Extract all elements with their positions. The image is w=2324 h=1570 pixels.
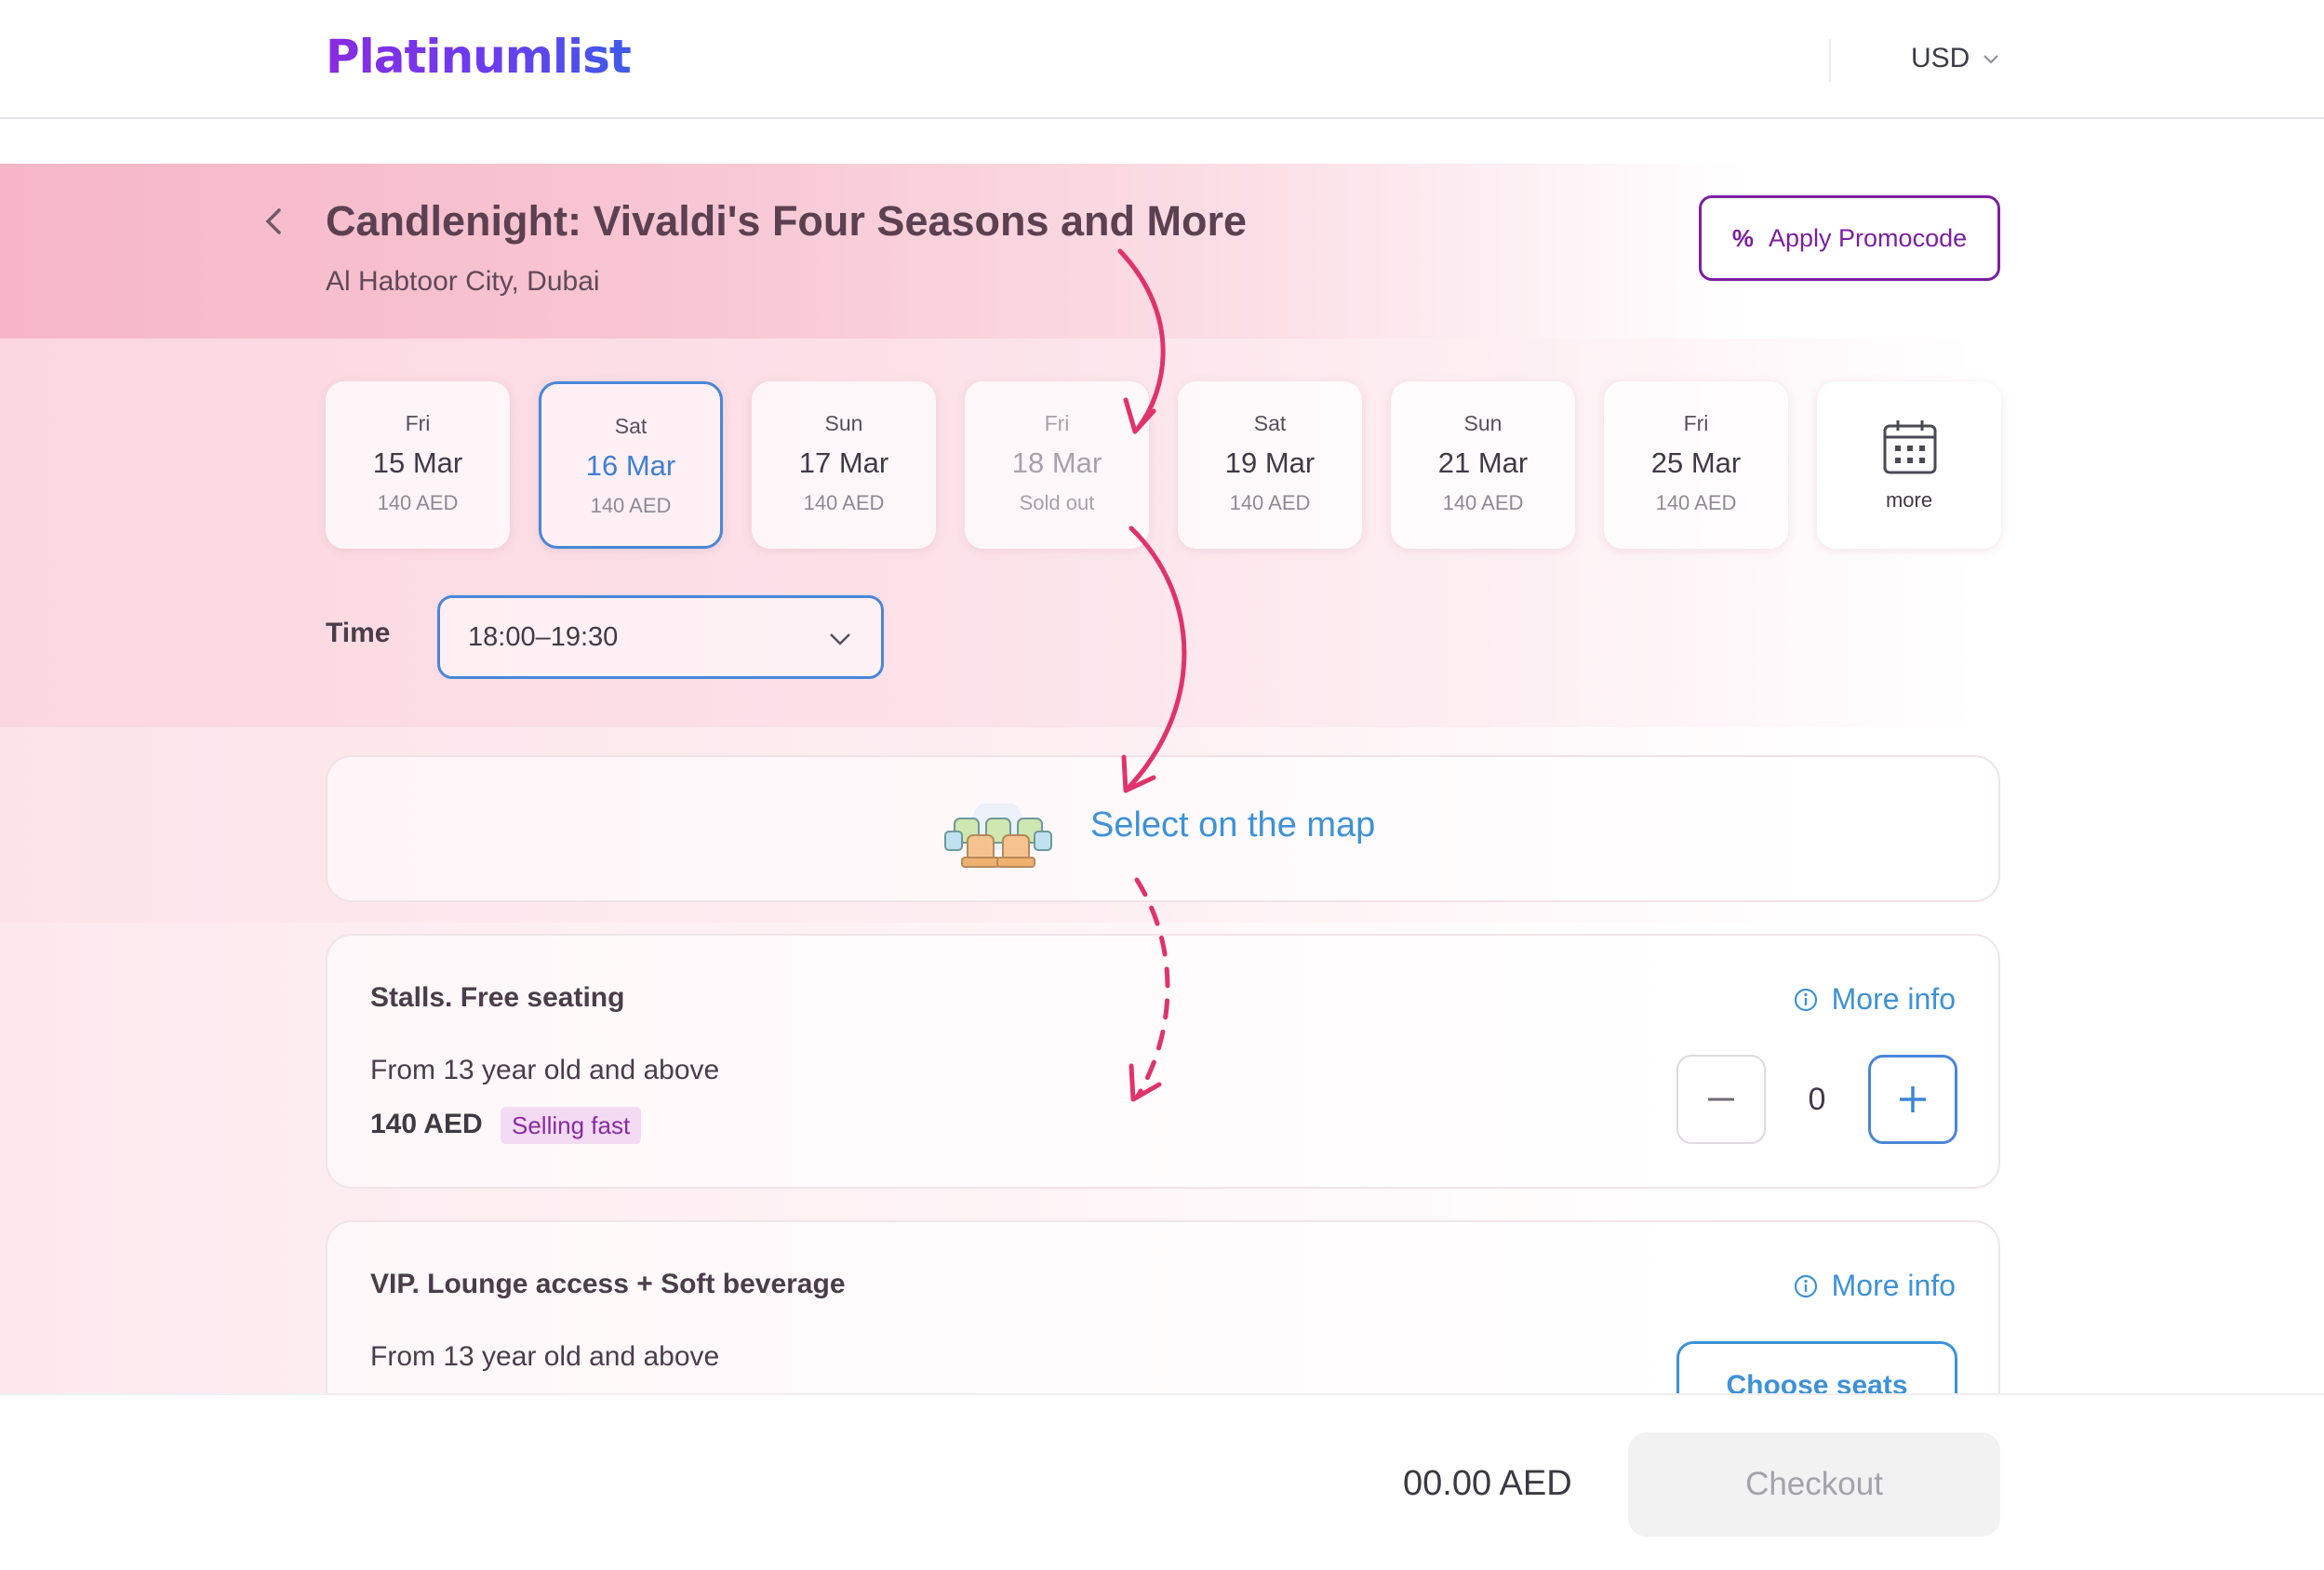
checkout-button[interactable]: Checkout [1628,1432,2000,1537]
event-title: Candlenight: Vivaldi's Four Seasons and … [326,197,1248,245]
date-price: 140 AED [377,491,459,514]
date-weekday: Sat [614,414,648,438]
calendar-icon [1883,420,1937,474]
date-day-month: 18 Mar [1011,446,1102,479]
more-dates-label: more [1885,488,1933,512]
date-day-month: 25 Mar [1650,446,1742,479]
date-card[interactable]: Sun 21 Mar 140 AED [1391,381,1575,549]
time-label: Time [326,618,391,648]
date-day-month: 15 Mar [372,446,463,479]
more-info-link[interactable]: More info [1793,982,1956,1017]
date-price: 140 AED [1655,491,1737,514]
order-total: 00.00 AED [1403,1464,1572,1503]
minus-icon [1708,1098,1734,1101]
date-card[interactable]: Sun 17 Mar 140 AED [752,381,936,549]
plus-icon [1900,1086,1926,1112]
chevron-down-icon [830,633,850,645]
chevron-down-icon [1983,55,1999,64]
seats-icon [944,804,1052,868]
more-dates-button[interactable]: more [1817,381,2001,549]
quantity-stepper: 0 [1676,1055,1957,1144]
date-card-selected[interactable]: Sat 16 Mar 140 AED [539,381,723,549]
time-value: 18:00–19:30 [468,621,619,652]
date-card[interactable]: Fri 25 Mar 140 AED [1604,381,1788,549]
quantity-value: 0 [1808,1082,1826,1117]
ticket-age-restriction: From 13 year old and above [370,1341,720,1372]
date-price: 140 AED [803,491,885,514]
time-dropdown[interactable]: 18:00–19:30 [437,595,884,679]
info-icon [1794,988,1817,1011]
date-weekday: Sun [824,411,863,435]
ticket-name: Stalls. Free seating [370,982,625,1013]
site-header: Platinumlist USD [0,0,2324,119]
ticket-card: Stalls. Free seating More info From 13 y… [326,934,2000,1189]
apply-promocode-label: Apply Promocode [1769,223,1968,252]
date-card-sold-out: Fri 18 Mar Sold out [965,381,1149,549]
date-weekday: Sat [1253,411,1287,435]
back-button[interactable] [260,203,288,240]
chevron-left-icon [265,208,281,234]
ticket-price: 140 AED [370,1109,483,1139]
currency-selector[interactable]: USD [1911,43,2001,74]
date-day-month: 16 Mar [585,449,676,482]
header-divider [1829,39,1831,82]
select-on-map-button[interactable]: Select on the map [326,755,2000,902]
date-price: 140 AED [590,494,672,517]
date-sold-out-label: Sold out [1019,491,1095,514]
percent-icon: % [1731,223,1754,252]
increase-quantity-button[interactable] [1868,1055,1957,1144]
date-price: 140 AED [1442,491,1524,514]
date-card[interactable]: Sat 19 Mar 140 AED [1178,381,1362,549]
date-weekday: Sun [1463,411,1503,435]
date-weekday: Fri [1683,411,1709,435]
decrease-quantity-button[interactable] [1676,1055,1766,1144]
date-day-month: 17 Mar [798,446,889,479]
date-price: 140 AED [1229,491,1311,514]
selling-fast-badge: Selling fast [501,1107,642,1144]
platinumlist-logo[interactable]: Platinumlist [326,30,632,84]
currency-label: USD [1911,43,1970,73]
ticket-name: VIP. Lounge access + Soft beverage [370,1269,846,1299]
more-info-label: More info [1831,982,1956,1016]
date-day-month: 19 Mar [1224,446,1316,479]
more-info-link[interactable]: More info [1793,1269,1956,1303]
event-venue: Al Habtoor City, Dubai [326,266,600,297]
date-day-month: 21 Mar [1437,446,1529,479]
apply-promocode-button[interactable]: % Apply Promocode [1699,195,2000,281]
date-weekday: Fri [1044,411,1070,435]
checkout-footer: 00.00 AED Checkout [0,1393,2324,1570]
info-icon [1794,1274,1817,1297]
date-weekday: Fri [405,411,431,435]
select-on-map-label: Select on the map [1090,805,1376,845]
more-info-label: More info [1831,1269,1956,1302]
ticket-age-restriction: From 13 year old and above [370,1055,720,1085]
date-card[interactable]: Fri 15 Mar 140 AED [326,381,510,549]
